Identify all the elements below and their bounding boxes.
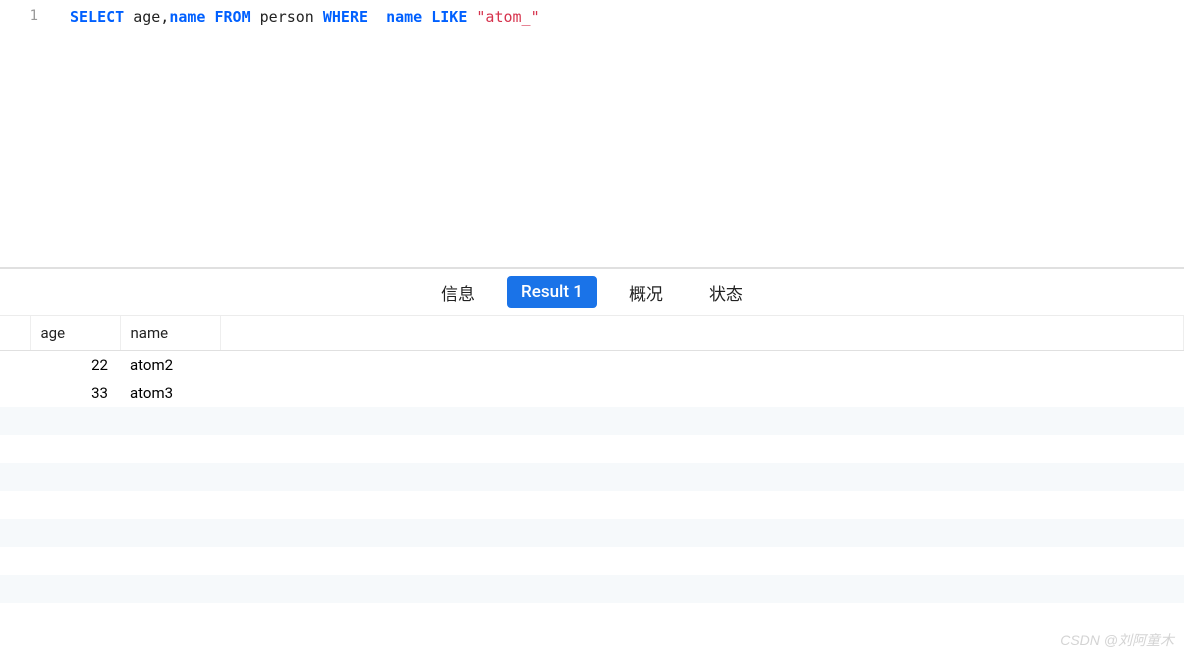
column-header-empty [220, 316, 1184, 351]
result-table: age name 22 atom2 33 atom3 [0, 316, 1184, 631]
kw-like: LIKE [422, 8, 467, 26]
result-tabs-bar: 信息 Result 1 概况 状态 [0, 268, 1184, 316]
row-number-cell [0, 351, 30, 379]
tab-overview[interactable]: 概况 [615, 274, 677, 311]
table-row [0, 463, 1184, 491]
row-number-header [0, 316, 30, 351]
table-row [0, 519, 1184, 547]
table-row [0, 435, 1184, 463]
table-row [0, 491, 1184, 519]
kw-from: FROM [205, 8, 250, 26]
tab-info[interactable]: 信息 [427, 274, 489, 311]
sql-code-area[interactable]: SELECT age,name FROM person WHERE name L… [50, 0, 1184, 267]
row-number-cell [0, 379, 30, 407]
table-row[interactable]: 22 atom2 [0, 351, 1184, 379]
line-number: 1 [0, 8, 38, 24]
str-literal: "atom_" [467, 8, 539, 26]
watermark: CSDN @刘阿童木 [1060, 630, 1174, 650]
cell-empty [220, 351, 1184, 379]
line-number-gutter: 1 [0, 0, 50, 267]
cell-name[interactable]: atom2 [120, 351, 220, 379]
table-row [0, 603, 1184, 631]
table-header-row: age name [0, 316, 1184, 351]
tab-result-1[interactable]: Result 1 [507, 276, 597, 308]
column-header-age[interactable]: age [30, 316, 120, 351]
column-header-name[interactable]: name [120, 316, 220, 351]
table-row [0, 575, 1184, 603]
tbl-person: person [251, 8, 323, 26]
kw-where: WHERE [323, 8, 368, 26]
table-row [0, 547, 1184, 575]
table-row[interactable]: 33 atom3 [0, 379, 1184, 407]
cell-name[interactable]: atom3 [120, 379, 220, 407]
col-name: name [169, 8, 205, 26]
kw-select: SELECT [70, 8, 124, 26]
result-pane[interactable]: age name 22 atom2 33 atom3 [0, 316, 1184, 656]
cell-age[interactable]: 22 [30, 351, 120, 379]
col-name2: name [386, 8, 422, 26]
table-row [0, 407, 1184, 435]
col-age: age, [124, 8, 169, 26]
cell-empty [220, 379, 1184, 407]
cell-age[interactable]: 33 [30, 379, 120, 407]
tab-status[interactable]: 状态 [695, 274, 757, 311]
sql-editor-pane: 1 SELECT age,name FROM person WHERE name… [0, 0, 1184, 268]
